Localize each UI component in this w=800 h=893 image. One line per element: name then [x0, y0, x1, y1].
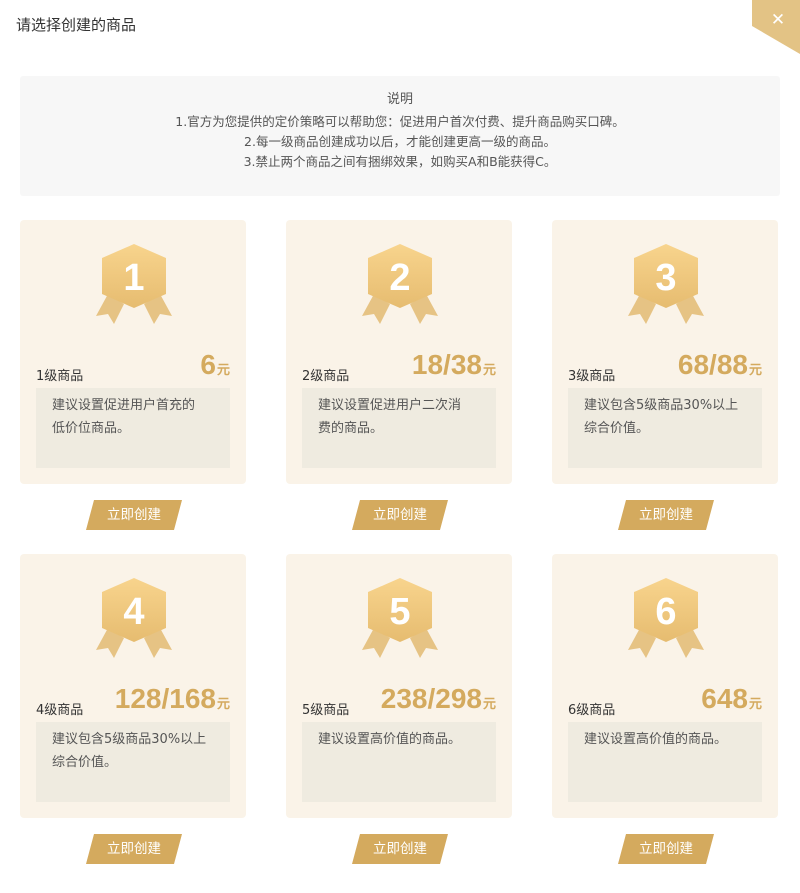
description-line: 综合价值。: [52, 755, 118, 770]
description: 建议设置促进用户二次消 费的商品。: [302, 388, 496, 468]
instructions-heading: 说明: [386, 92, 413, 107]
svg-text:4: 4: [123, 591, 144, 633]
description-line: 费的商品。: [318, 421, 384, 436]
level-label: 1级商品: [36, 369, 84, 384]
svg-text:1: 1: [123, 257, 144, 299]
description: 建议设置高价值的商品。: [302, 722, 496, 802]
level-label: 5级商品: [302, 703, 350, 718]
svg-text:3: 3: [655, 257, 676, 299]
price-value: 18/38: [411, 349, 482, 380]
price-unit: 元: [216, 696, 230, 711]
product-card-level-4: 4 4级商品 128/168元 建议包含5级商品30%以上 综合价值。: [20, 554, 246, 818]
price: 6元: [200, 348, 230, 387]
create-button-label: 立即创建: [373, 507, 427, 523]
close-icon: ✕: [752, 0, 800, 54]
description: 建议包含5级商品30%以上 综合价值。: [568, 388, 762, 468]
price-value: 128/168: [114, 683, 216, 714]
price-value: 238/298: [380, 683, 482, 714]
create-button-label: 立即创建: [107, 507, 161, 523]
medal-icon: 4: [96, 578, 172, 658]
price-value: 648: [701, 683, 748, 714]
level-label: 4级商品: [36, 703, 84, 718]
price-unit: 元: [482, 696, 496, 711]
svg-text:✕: ✕: [771, 10, 785, 30]
product-card-level-3: 3 3级商品 68/88元 建议包含5级商品30%以上 综合价值。: [552, 220, 778, 484]
description-line: 建议包含5级商品30%以上: [584, 398, 739, 413]
create-button-label: 立即创建: [639, 507, 693, 523]
svg-text:5: 5: [389, 591, 410, 633]
description-line: 建议包含5级商品30%以上: [52, 732, 207, 747]
instructions-box: 说明 1.官方为您提供的定价策略可以帮助您：促进用户首次付费、提升商品购买口碑。…: [20, 76, 780, 196]
dialog-title: 请选择创建的商品: [16, 16, 137, 34]
description-line: 低价位商品。: [52, 421, 131, 436]
create-button-level-1[interactable]: 立即创建: [86, 500, 182, 530]
price: 238/298元: [381, 682, 496, 721]
description: 建议设置高价值的商品。: [568, 722, 762, 802]
price: 648元: [701, 682, 762, 721]
price-unit: 元: [748, 696, 762, 711]
create-button-label: 立即创建: [639, 841, 693, 857]
price-unit: 元: [216, 362, 230, 377]
medal-icon: 5: [362, 578, 438, 658]
svg-text:6: 6: [655, 591, 676, 633]
svg-text:2: 2: [389, 257, 410, 299]
create-button-level-5[interactable]: 立即创建: [352, 834, 448, 864]
description: 建议包含5级商品30%以上 综合价值。: [36, 722, 230, 802]
product-card-level-6: 6 6级商品 648元建议设置高价值的商品。: [552, 554, 778, 818]
create-button-level-4[interactable]: 立即创建: [86, 834, 182, 864]
description-line: 建议设置高价值的商品。: [584, 732, 728, 747]
instruction-line: 1.官方为您提供的定价策略可以帮助您：促进用户首次付费、提升商品购买口碑。: [175, 114, 625, 129]
create-button-level-2[interactable]: 立即创建: [352, 500, 448, 530]
price-unit: 元: [482, 362, 496, 377]
price-value: 6: [200, 349, 216, 380]
description-line: 建议设置促进用户首充的: [52, 398, 196, 413]
description-line: 建议设置促进用户二次消: [318, 398, 462, 413]
level-label: 3级商品: [568, 369, 616, 384]
description: 建议设置促进用户首充的 低价位商品。: [36, 388, 230, 468]
level-label: 2级商品: [302, 369, 350, 384]
create-button-level-3[interactable]: 立即创建: [618, 500, 714, 530]
price-value: 68/88: [677, 349, 748, 380]
product-card-level-5: 5 5级商品 238/298元建议设置高价值的商品。: [286, 554, 512, 818]
medal-icon: 1: [96, 244, 172, 324]
price: 18/38元: [412, 348, 496, 387]
price-unit: 元: [748, 362, 762, 377]
description-line: 综合价值。: [584, 421, 650, 436]
price: 128/168元: [115, 682, 230, 721]
create-button-label: 立即创建: [107, 841, 161, 857]
medal-icon: 2: [362, 244, 438, 324]
create-button-label: 立即创建: [373, 841, 427, 857]
close-button[interactable]: ✕: [752, 0, 800, 54]
product-card-level-2: 2 2级商品 18/38元 建议设置促进用户二次消 费的商品。: [286, 220, 512, 484]
medal-icon: 6: [628, 578, 704, 658]
instruction-line: 2.每一级商品创建成功以后，才能创建更高一级的商品。: [244, 134, 556, 149]
description-line: 建议设置高价值的商品。: [318, 732, 462, 747]
level-label: 6级商品: [568, 703, 616, 718]
create-button-level-6[interactable]: 立即创建: [618, 834, 714, 864]
dialog-header: 请选择创建的商品 ✕: [0, 0, 800, 56]
medal-icon: 3: [628, 244, 704, 324]
product-card-level-1: 1 1级商品 6元 建议设置促进用户首充的 低价位商品。: [20, 220, 246, 484]
instruction-line: 3.禁止两个商品之间有捆绑效果，如购买A和B能获得C。: [243, 154, 557, 169]
price: 68/88元: [678, 348, 762, 387]
